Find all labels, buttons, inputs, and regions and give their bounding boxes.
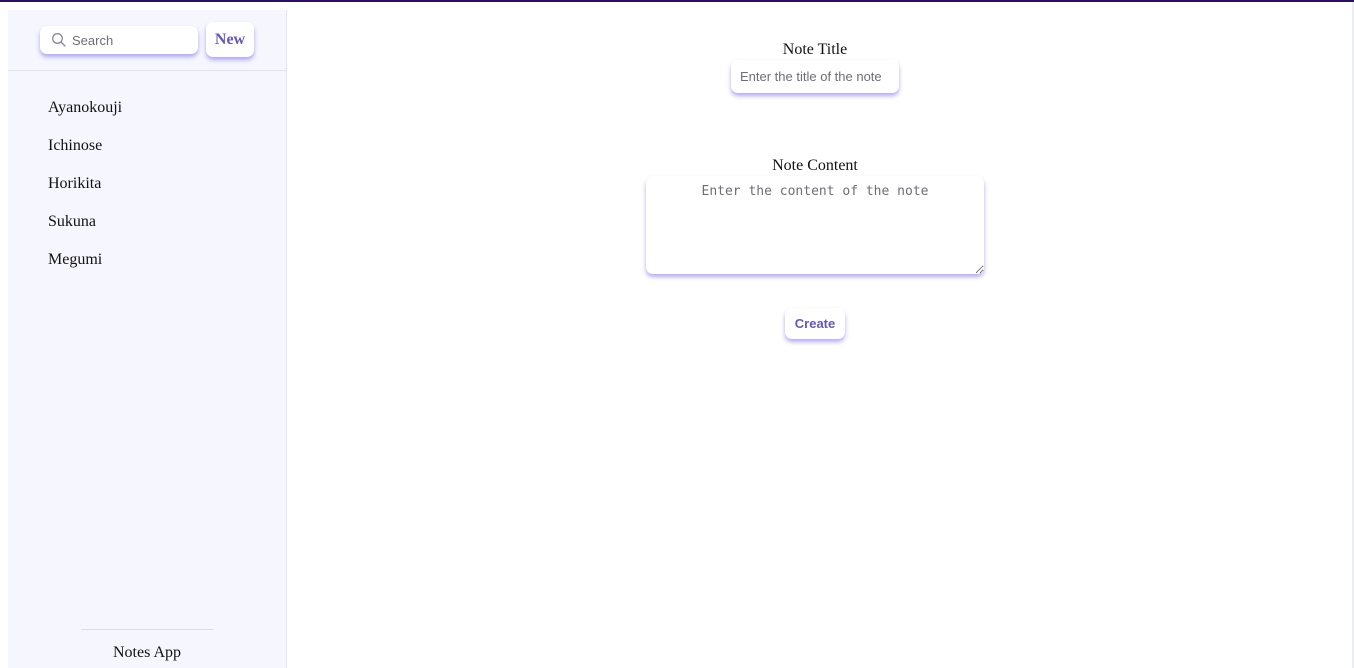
note-title-label: Note Title xyxy=(782,41,848,58)
search-input[interactable] xyxy=(72,26,192,54)
sidebar-header: New xyxy=(8,10,286,71)
note-list: Ayanokouji Ichinose Horikita Sukuna Megu… xyxy=(8,90,286,280)
new-note-button[interactable]: New xyxy=(206,22,254,57)
sidebar: New Ayanokouji Ichinose Horikita Sukuna … xyxy=(8,10,287,668)
note-item-megumi[interactable]: Megumi xyxy=(8,242,286,280)
note-title-input[interactable] xyxy=(731,60,899,93)
top-border xyxy=(0,0,1354,2)
note-editor: Note Title Note Content Create xyxy=(287,10,1352,668)
note-item-ayanokouji[interactable]: Ayanokouji xyxy=(8,90,286,128)
note-item-ichinose[interactable]: Ichinose xyxy=(8,128,286,166)
note-item-horikita[interactable]: Horikita xyxy=(8,166,286,204)
create-button[interactable]: Create xyxy=(785,308,845,339)
footer-divider xyxy=(81,629,213,630)
note-content-label: Note Content xyxy=(772,157,858,174)
search-icon xyxy=(52,33,66,47)
app-title: Notes App xyxy=(113,644,181,661)
search-box[interactable] xyxy=(40,26,198,54)
note-item-sukuna[interactable]: Sukuna xyxy=(8,204,286,242)
note-content-input[interactable] xyxy=(646,176,984,274)
